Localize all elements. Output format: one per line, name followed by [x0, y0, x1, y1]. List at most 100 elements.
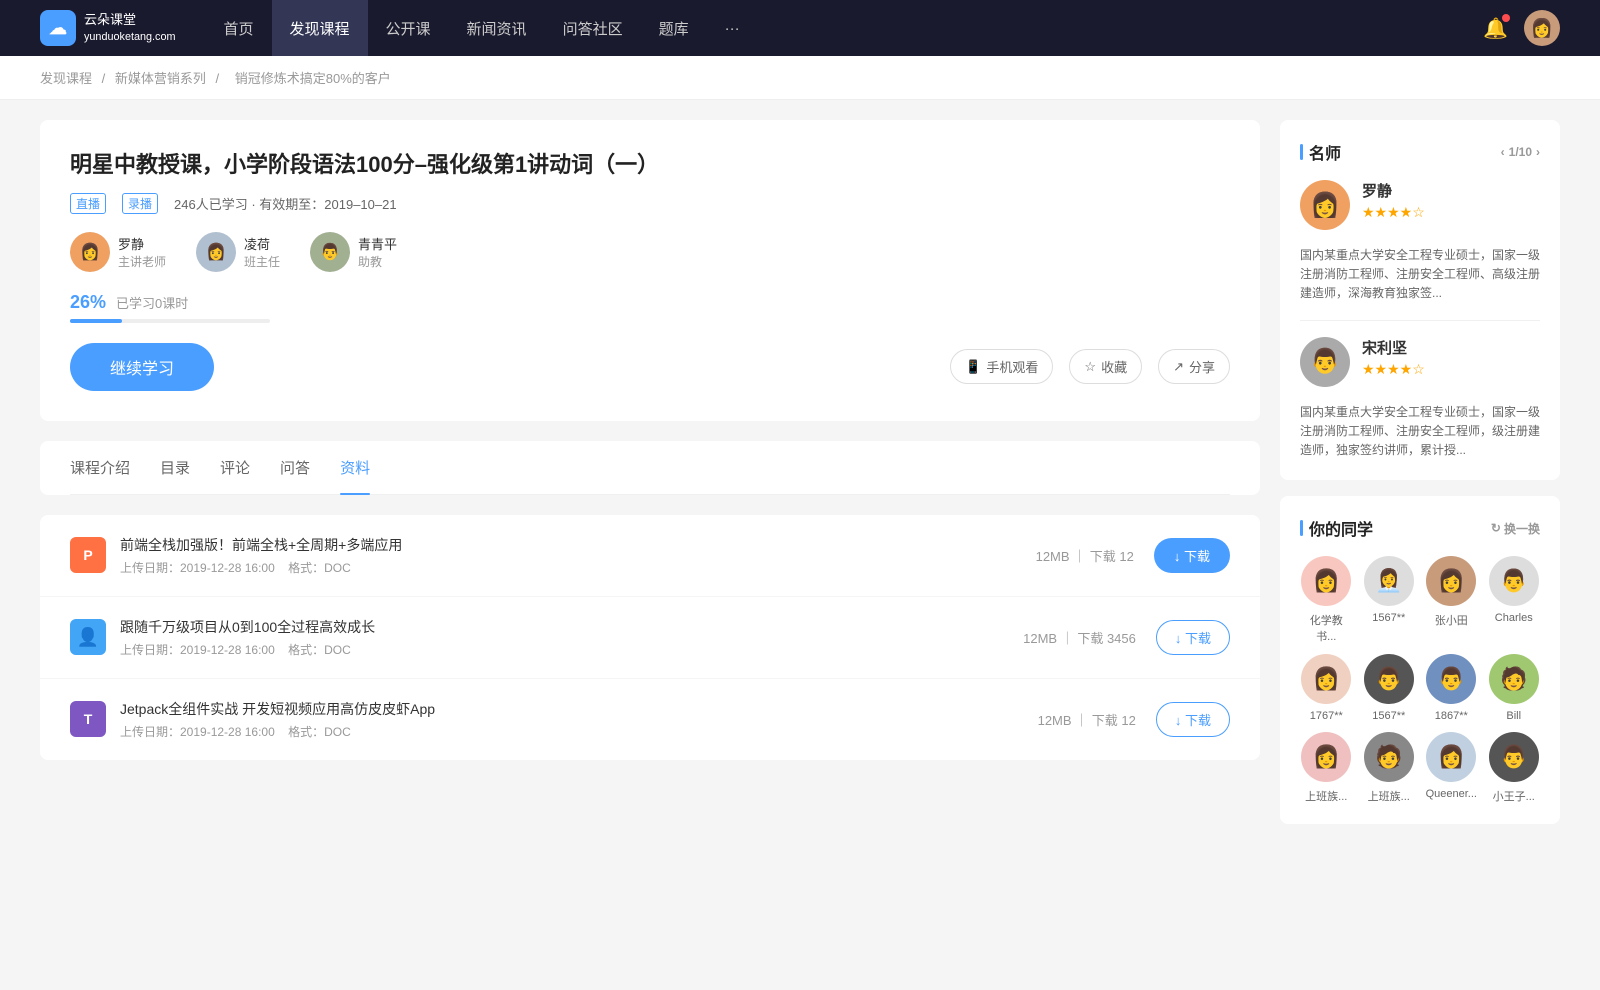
- classmate-1[interactable]: 👩‍💼 1567**: [1363, 556, 1416, 644]
- teacher-item-1: 👩 凌荷 班主任: [196, 232, 280, 272]
- file-info-1: 跟随千万级项目从0到100全过程高效成长 上传日期：2019-12-28 16:…: [120, 617, 1023, 658]
- course-card: 明星中教授课，小学阶段语法100分–强化级第1讲动词（一） 直播 录播 246人…: [40, 120, 1260, 421]
- classmate-9[interactable]: 🧑 上班族...: [1363, 732, 1416, 804]
- favorite-label: 收藏: [1101, 357, 1127, 376]
- next-teacher-btn[interactable]: ›: [1536, 145, 1540, 159]
- download-btn-1[interactable]: ↓ 下载: [1156, 620, 1230, 655]
- classmate-name-11: 小王子...: [1493, 788, 1535, 804]
- classmate-2[interactable]: 👩 张小田: [1425, 556, 1478, 644]
- breadcrumb-current: 销冠修炼术搞定80%的客户: [235, 71, 391, 86]
- breadcrumb-discover[interactable]: 发现课程: [40, 71, 92, 86]
- classmate-6[interactable]: 👨 1867**: [1425, 654, 1478, 722]
- classmate-avatar-7: 🧑: [1489, 654, 1539, 704]
- file-name-1: 跟随千万级项目从0到100全过程高效成长: [120, 617, 1023, 637]
- mobile-watch-btn[interactable]: 📱 手机观看: [950, 349, 1053, 384]
- navbar: ☁ 云朵课堂yunduoketang.com 首页 发现课程 公开课 新闻资讯 …: [0, 0, 1600, 56]
- classmate-avatar-2: 👩: [1426, 556, 1476, 606]
- share-btn[interactable]: ↗ 分享: [1158, 349, 1230, 384]
- teacher-name-1: 凌荷: [244, 234, 280, 253]
- sidebar-teacher-name-1: 宋利坚: [1362, 337, 1425, 358]
- classmate-avatar-4: 👩: [1301, 654, 1351, 704]
- nav-qa[interactable]: 问答社区: [545, 0, 641, 56]
- classmate-0[interactable]: 👩 化学教书...: [1300, 556, 1353, 644]
- download-btn-0[interactable]: ↓ 下载: [1154, 538, 1230, 573]
- mobile-label: 手机观看: [986, 357, 1038, 376]
- course-actions: 继续学习 📱 手机观看 ☆ 收藏 ↗ 分享: [70, 343, 1230, 391]
- divider: [1300, 320, 1540, 321]
- teacher-avatar-0: 👩: [70, 232, 110, 272]
- progress-text: 已学习0课时: [116, 293, 188, 312]
- teacher-name-2: 青青平: [358, 234, 397, 253]
- file-icon-0: P: [70, 537, 106, 573]
- classmate-name-2: 张小田: [1435, 612, 1468, 628]
- classmate-8[interactable]: 👩 上班族...: [1300, 732, 1353, 804]
- sidebar-teacher-details-1: 宋利坚 ★★★★☆: [1362, 337, 1425, 387]
- file-name-2: Jetpack全组件实战 开发短视频应用高仿皮皮虾App: [120, 699, 1038, 719]
- sidebar: 名师 ‹ 1/10 › 👩 罗静 ★★★★☆ 国内某重点大学安全工程专业硕士，国…: [1280, 120, 1560, 840]
- classmate-avatar-11: 👨: [1489, 732, 1539, 782]
- tab-review[interactable]: 评论: [220, 441, 250, 494]
- logo[interactable]: ☁ 云朵课堂yunduoketang.com: [40, 10, 176, 46]
- progress-bar-bg: [70, 319, 270, 323]
- course-meta: 直播 录播 246人已学习 · 有效期至：2019–10–21: [70, 193, 1230, 214]
- favorite-btn[interactable]: ☆ 收藏: [1069, 349, 1142, 384]
- sidebar-teacher-details-0: 罗静 ★★★★☆: [1362, 180, 1425, 230]
- classmate-name-9: 上班族...: [1368, 788, 1410, 804]
- teacher-item-0: 👩 罗静 主讲老师: [70, 232, 166, 272]
- file-icon-1: 👤: [70, 619, 106, 655]
- progress-label: 26% 已学习0课时: [70, 292, 1230, 313]
- tab-qa[interactable]: 问答: [280, 441, 310, 494]
- classmate-10[interactable]: 👩 Queener...: [1425, 732, 1478, 804]
- breadcrumb-series[interactable]: 新媒体营销系列: [115, 71, 206, 86]
- course-title: 明星中教授课，小学阶段语法100分–强化级第1讲动词（一）: [70, 150, 1230, 181]
- sidebar-teacher-stars-1: ★★★★☆: [1362, 361, 1425, 378]
- tab-catalog[interactable]: 目录: [160, 441, 190, 494]
- classmate-avatar-8: 👩: [1301, 732, 1351, 782]
- nav-discover[interactable]: 发现课程: [272, 0, 368, 56]
- classmate-avatar-0: 👩: [1301, 556, 1351, 606]
- classmate-3[interactable]: 👨 Charles: [1488, 556, 1541, 644]
- classmate-5[interactable]: 👨 1567**: [1363, 654, 1416, 722]
- classmate-7[interactable]: 🧑 Bill: [1488, 654, 1541, 722]
- continue-learning-btn[interactable]: 继续学习: [70, 343, 214, 391]
- notification-bell[interactable]: 🔔: [1483, 16, 1508, 41]
- sidebar-teacher-0: 👩 罗静 ★★★★☆: [1300, 180, 1540, 230]
- tab-materials[interactable]: 资料: [340, 441, 370, 494]
- sidebar-teacher-1: 👨 宋利坚 ★★★★☆: [1300, 337, 1540, 387]
- classmate-11[interactable]: 👨 小王子...: [1488, 732, 1541, 804]
- file-list: P 前端全栈加强版！前端全栈+全周期+多端应用 上传日期：2019-12-28 …: [40, 515, 1260, 760]
- tab-intro[interactable]: 课程介绍: [70, 441, 130, 494]
- refresh-classmates-btn[interactable]: ↻ 换一换: [1491, 520, 1540, 537]
- classmate-name-0: 化学教书...: [1300, 612, 1353, 644]
- nav-news[interactable]: 新闻资讯: [449, 0, 545, 56]
- classmates-sidebar-title: 你的同学 ↻ 换一换: [1300, 516, 1540, 540]
- file-icon-2: T: [70, 701, 106, 737]
- nav-public[interactable]: 公开课: [368, 0, 449, 56]
- nav-home[interactable]: 首页: [206, 0, 272, 56]
- classmates-grid: 👩 化学教书... 👩‍💼 1567** 👩 张小田 👨 Charles 👩: [1300, 556, 1540, 804]
- classmate-4[interactable]: 👩 1767**: [1300, 654, 1353, 722]
- classmate-name-4: 1767**: [1310, 710, 1343, 722]
- classmate-avatar-3: 👨: [1489, 556, 1539, 606]
- share-icon: ↗: [1173, 359, 1184, 375]
- nav-more[interactable]: ···: [707, 0, 758, 56]
- download-btn-2[interactable]: ↓ 下载: [1156, 702, 1230, 737]
- user-avatar[interactable]: 👩: [1524, 10, 1560, 46]
- teacher-role-0: 主讲老师: [118, 253, 166, 270]
- teacher-info-2: 青青平 助教: [358, 234, 397, 270]
- sidebar-teacher-avatar-0: 👩: [1300, 180, 1350, 230]
- sidebar-teacher-stars-0: ★★★★☆: [1362, 204, 1425, 221]
- breadcrumb: 发现课程 / 新媒体营销系列 / 销冠修炼术搞定80%的客户: [0, 56, 1600, 100]
- classmate-avatar-1: 👩‍💼: [1364, 556, 1414, 606]
- classmate-name-7: Bill: [1506, 710, 1521, 722]
- teacher-role-2: 助教: [358, 253, 397, 270]
- teacher-avatar-2: 👨: [310, 232, 350, 272]
- file-stats-2: 12MB ｜ 下载 12: [1038, 710, 1136, 729]
- teachers-pagination[interactable]: ‹ 1/10 ›: [1501, 145, 1540, 159]
- nav-exam[interactable]: 题库: [641, 0, 707, 56]
- tabs-card: 课程介绍 目录 评论 问答 资料: [40, 441, 1260, 495]
- sidebar-teacher-desc-0: 国内某重点大学安全工程专业硕士，国家一级注册消防工程师、注册安全工程师、高级注册…: [1300, 246, 1540, 304]
- teacher-item-2: 👨 青青平 助教: [310, 232, 397, 272]
- main-content: 明星中教授课，小学阶段语法100分–强化级第1讲动词（一） 直播 录播 246人…: [40, 120, 1260, 840]
- prev-teacher-btn[interactable]: ‹: [1501, 145, 1505, 159]
